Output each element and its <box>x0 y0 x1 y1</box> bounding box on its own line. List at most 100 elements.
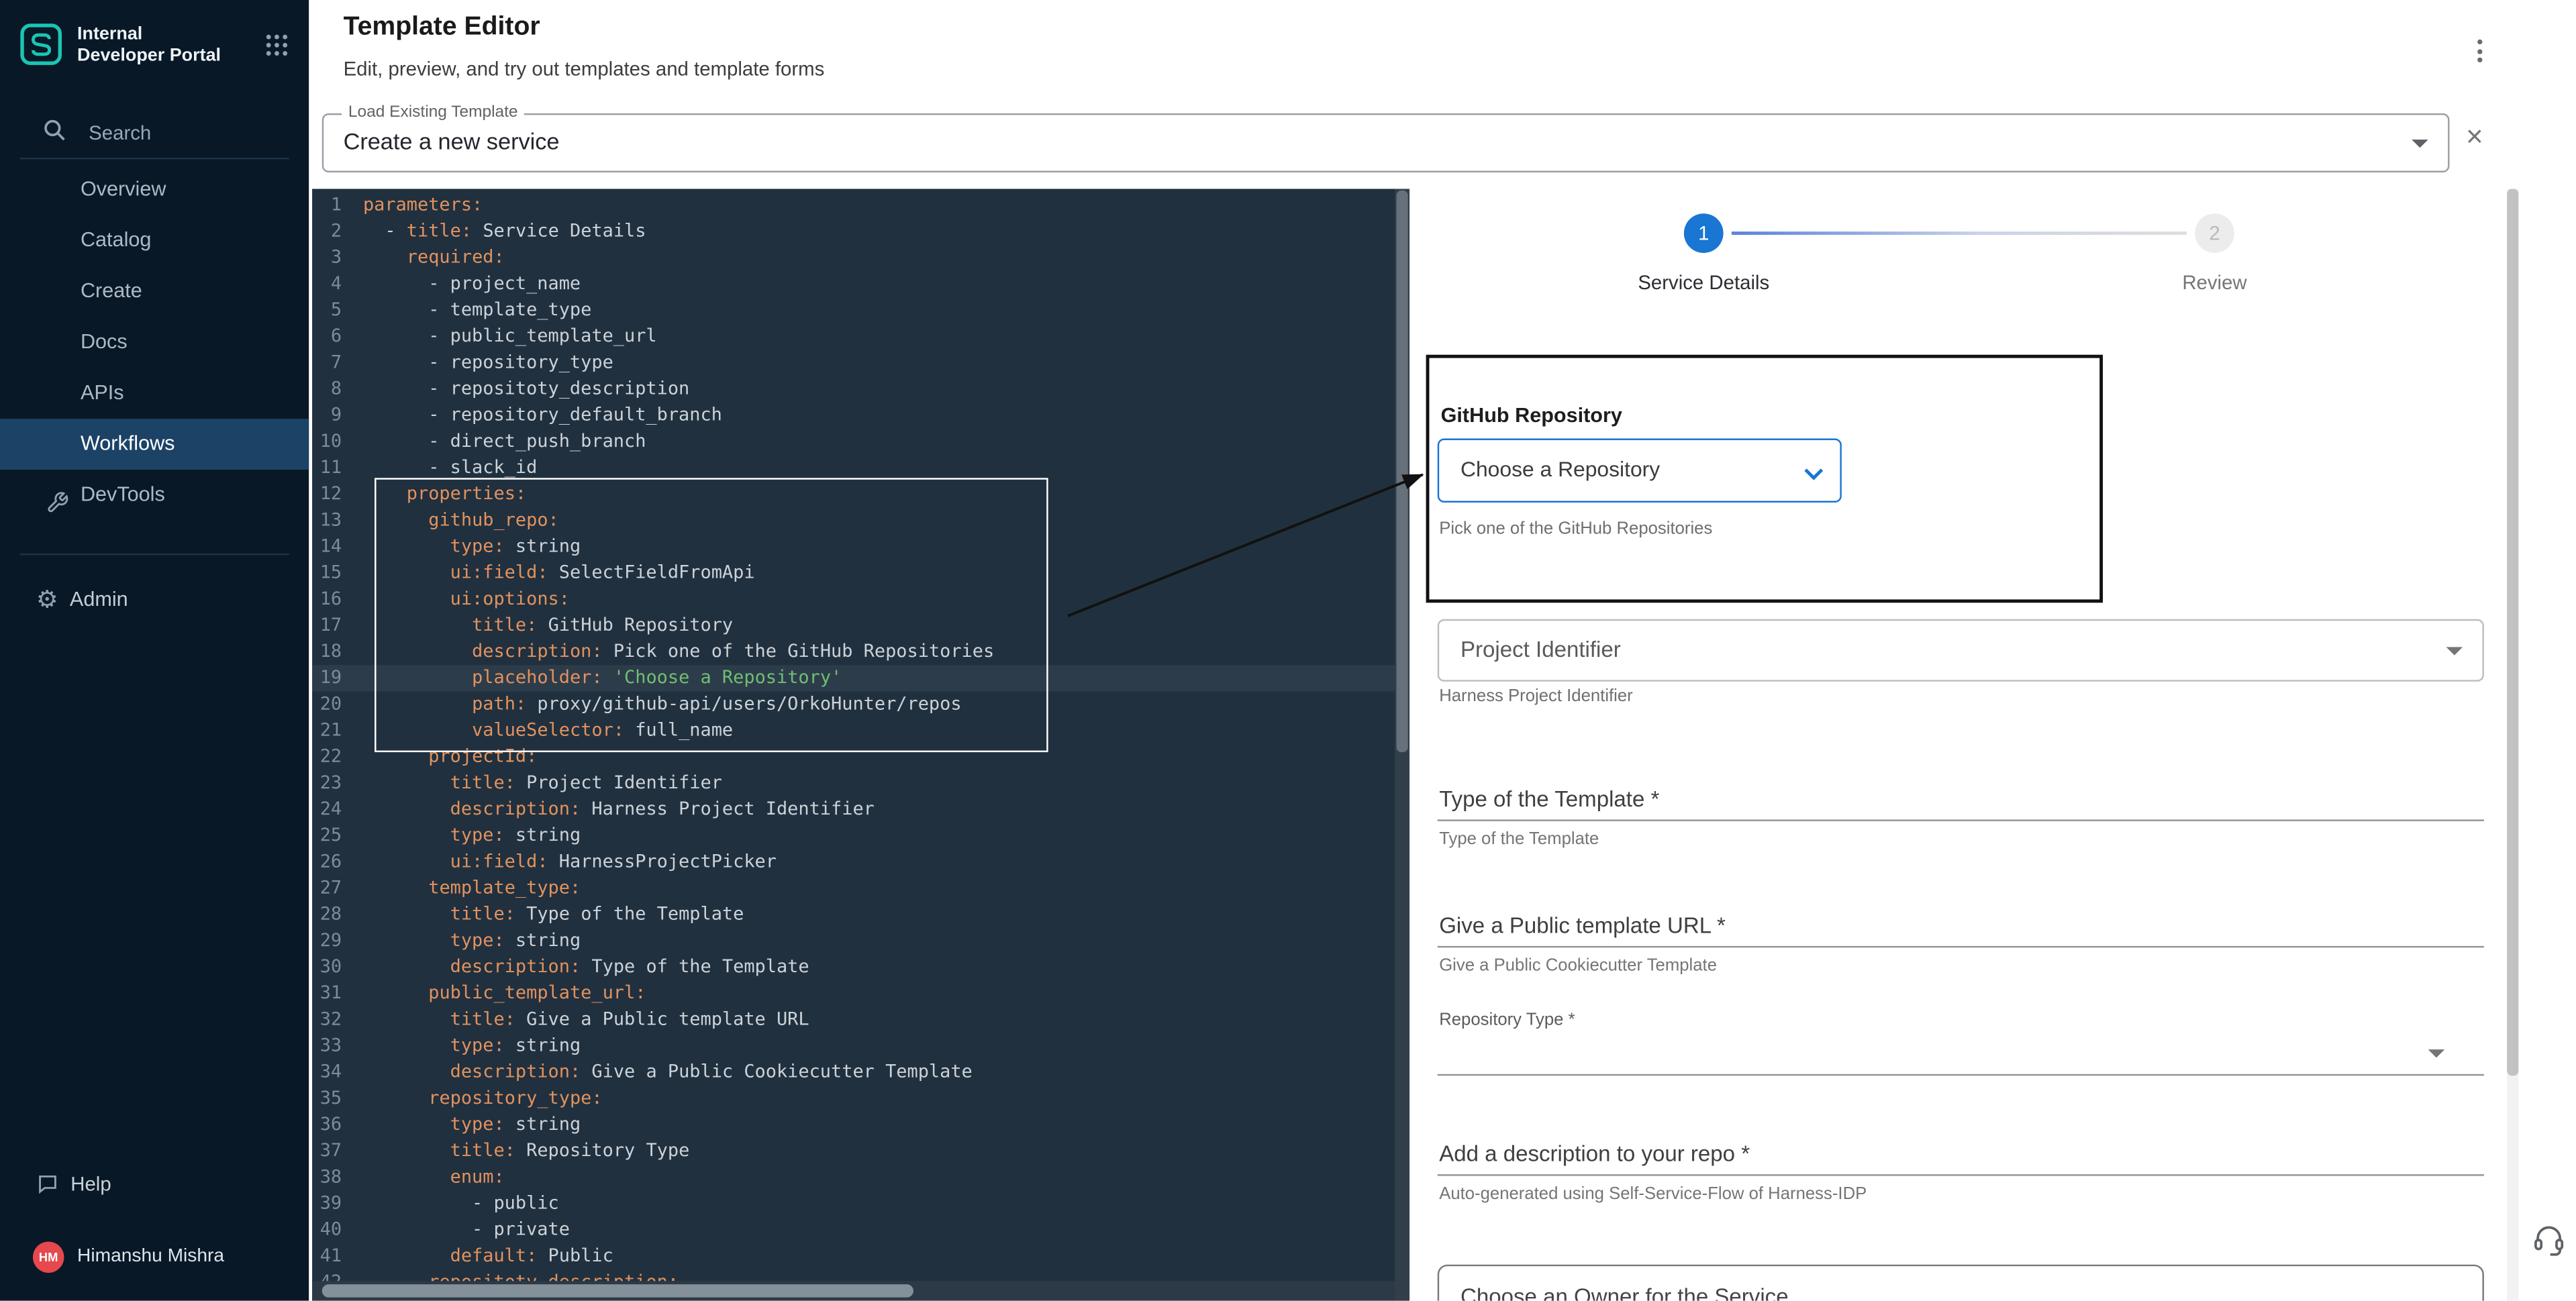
stepper-connector <box>1732 231 2187 234</box>
page-subtitle: Edit, preview, and try out templates and… <box>344 58 825 81</box>
code-line: 28 title: Type of the Template <box>312 902 1409 928</box>
code-line: 40 - private <box>312 1217 1409 1243</box>
code-line: 2 - title: Service Details <box>312 219 1409 245</box>
code-line: 9 - repository_default_branch <box>312 403 1409 429</box>
page-scrollbar[interactable] <box>2507 189 2518 1300</box>
sidebar-item-help[interactable]: Help <box>0 1163 309 1206</box>
code-line: 41 default: Public <box>312 1243 1409 1269</box>
code-line: 37 title: Repository Type <box>312 1138 1409 1164</box>
sidebar-item-devtools[interactable]: DevTools <box>0 470 309 521</box>
code-lines: 1parameters:2 - title: Service Details3 … <box>312 192 1409 1296</box>
code-line: 22 projectId: <box>312 744 1409 770</box>
code-line: 12 properties: <box>312 481 1409 507</box>
sidebar-item-overview[interactable]: Overview <box>0 164 309 215</box>
gear-icon: ⚙ <box>36 587 58 612</box>
code-line: 25 type: string <box>312 823 1409 849</box>
code-line: 35 repository_type: <box>312 1086 1409 1112</box>
code-line: 38 enum: <box>312 1164 1409 1190</box>
code-line: 36 type: string <box>312 1112 1409 1138</box>
code-line: 6 - public_template_url <box>312 323 1409 350</box>
caret-down-icon <box>2412 140 2428 148</box>
sidebar-item-catalog[interactable]: Catalog <box>0 215 309 266</box>
avatar: HM <box>33 1241 64 1272</box>
code-line: 19 placeholder: 'Choose a Repository' <box>312 665 1409 691</box>
code-line: 39 - public <box>312 1191 1409 1217</box>
sidebar-item-admin[interactable]: ⚙ Admin <box>0 575 309 624</box>
admin-label: Admin <box>70 588 128 611</box>
repo-description-input[interactable] <box>1438 1174 2484 1176</box>
public-url-input[interactable] <box>1438 946 2484 947</box>
nav-label: APIs <box>81 381 124 404</box>
sidebar-item-docs[interactable]: Docs <box>0 317 309 368</box>
repo-description-helper: Auto-generated using Self-Service-Flow o… <box>1439 1184 1867 1204</box>
code-line: 16 ui:options: <box>312 586 1409 613</box>
code-line: 30 description: Type of the Template <box>312 954 1409 980</box>
product-name: Internal Developer Portal <box>77 23 228 67</box>
code-line: 7 - repository_type <box>312 350 1409 376</box>
code-line: 5 - template_type <box>312 297 1409 323</box>
sidebar-nav: Overview Catalog Create Docs APIs Workfl… <box>0 164 309 521</box>
support-headset-icon[interactable] <box>2532 1222 2566 1266</box>
nav-label: DevTools <box>81 483 165 506</box>
stepper-step-2[interactable]: 2 <box>2195 213 2234 253</box>
code-line: 31 public_template_url: <box>312 980 1409 1006</box>
code-line: 11 - slack_id <box>312 455 1409 481</box>
stepper-step-2-label: Review <box>2080 271 2349 294</box>
editor-horizontal-scrollbar[interactable] <box>312 1281 1395 1300</box>
code-line: 15 ui:field: SelectFieldFromApi <box>312 560 1409 586</box>
stepper-step-1[interactable]: 1 <box>1684 213 1724 253</box>
sidebar-item-apis[interactable]: APIs <box>0 368 309 419</box>
wrench-icon <box>46 483 69 534</box>
load-template-value: Create a new service <box>344 128 560 154</box>
overflow-menu-icon[interactable] <box>2473 34 2487 67</box>
repo-description-label: Add a description to your repo * <box>1439 1141 1750 1166</box>
code-line: 23 title: Project Identifier <box>312 770 1409 796</box>
owner-select[interactable]: Choose an Owner for the Service <box>1438 1265 2484 1301</box>
yaml-editor[interactable]: 1parameters:2 - title: Service Details3 … <box>312 189 1409 1300</box>
code-line: 3 required: <box>312 245 1409 271</box>
clear-template-icon[interactable]: × <box>2466 121 2483 151</box>
sidebar-item-workflows[interactable]: Workflows <box>0 419 309 470</box>
code-line: 33 type: string <box>312 1033 1409 1059</box>
apps-grid-icon[interactable] <box>264 33 289 66</box>
app-window: Internal Developer Portal Search <box>0 0 2576 1301</box>
code-line: 27 template_type: <box>312 876 1409 902</box>
project-identifier-select[interactable]: Project Identifier <box>1438 619 2484 682</box>
code-line: 32 title: Give a Public template URL <box>312 1006 1409 1033</box>
code-line: 26 ui:field: HarnessProjectPicker <box>312 849 1409 875</box>
code-line: 24 description: Harness Project Identifi… <box>312 796 1409 823</box>
code-line: 8 - repositoty_description <box>312 376 1409 403</box>
github-repository-select[interactable]: Choose a Repository <box>1438 439 1842 503</box>
nav-label: Overview <box>81 177 166 200</box>
load-template-select[interactable]: Load Existing Template Create a new serv… <box>322 113 2450 172</box>
editor-vertical-scrollbar[interactable] <box>1395 189 1409 1300</box>
search-label: Search <box>89 121 151 144</box>
repository-type-select[interactable] <box>1438 1074 2484 1076</box>
harness-logo-icon <box>19 23 62 74</box>
repository-type-label: Repository Type * <box>1439 1010 1575 1029</box>
sidebar-item-create[interactable]: Create <box>0 266 309 317</box>
nav-label: Docs <box>81 330 128 353</box>
user-profile[interactable]: HM Himanshu Mishra <box>0 1232 309 1281</box>
code-line: 34 description: Give a Public Cookiecutt… <box>312 1059 1409 1086</box>
sidebar-divider <box>19 158 289 159</box>
template-type-label: Type of the Template * <box>1439 786 1659 811</box>
code-line: 29 type: string <box>312 928 1409 954</box>
public-url-helper: Give a Public Cookiecutter Template <box>1439 956 1717 976</box>
github-repository-label: GitHub Repository <box>1441 404 1622 427</box>
sidebar-divider <box>19 554 289 555</box>
help-label: Help <box>70 1173 111 1196</box>
load-template-label: Load Existing Template <box>342 103 524 121</box>
template-type-input[interactable] <box>1438 819 2484 821</box>
code-line: 4 - project_name <box>312 271 1409 297</box>
github-repository-value: Choose a Repository <box>1460 456 1660 481</box>
search-icon <box>43 117 66 149</box>
stepper-step-1-label: Service Details <box>1569 271 1838 294</box>
form-preview-panel: 1 2 Service Details Review GitHub Reposi… <box>1409 189 2507 1300</box>
help-icon <box>36 1173 59 1196</box>
page-title: Template Editor <box>344 13 540 43</box>
user-name: Himanshu Mishra <box>77 1247 224 1266</box>
sidebar-search[interactable]: Search <box>0 111 309 154</box>
brand[interactable]: Internal Developer Portal <box>19 23 289 74</box>
code-line: 10 - direct_push_branch <box>312 429 1409 455</box>
